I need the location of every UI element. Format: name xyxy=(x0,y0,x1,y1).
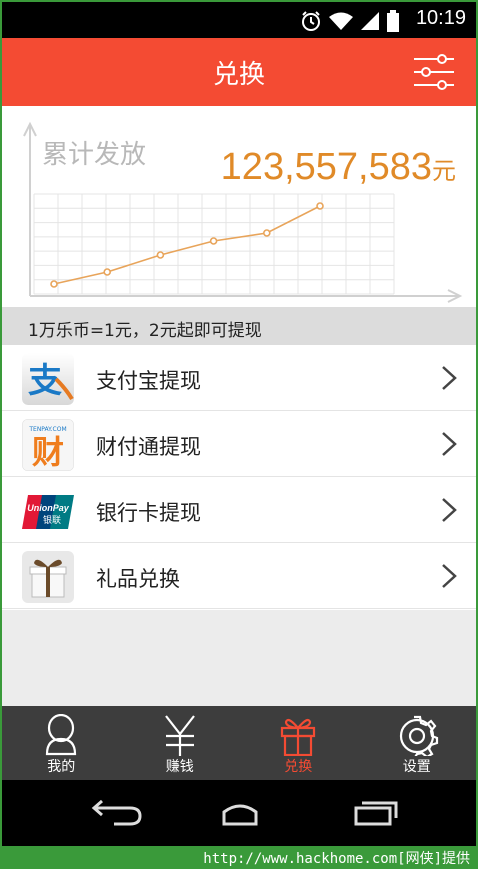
item-label: 银行卡提现 xyxy=(96,501,201,525)
wifi-icon xyxy=(329,12,353,30)
empty-area xyxy=(2,610,476,706)
gift-icon xyxy=(281,718,316,756)
unionpay-text: UnionPay xyxy=(27,503,70,513)
tab-label: 我的 xyxy=(47,759,76,775)
home-icon[interactable] xyxy=(210,798,270,828)
bottom-tab-bar: 我的 赚钱 兑换 设置 xyxy=(2,706,476,780)
data-point xyxy=(50,280,58,288)
tab-settings[interactable]: 设置 xyxy=(358,706,477,780)
total-amount: 123,557,583元 xyxy=(221,146,456,189)
item-label: 支付宝提现 xyxy=(96,369,201,393)
page-title: 兑换 xyxy=(212,60,265,90)
back-icon[interactable] xyxy=(84,798,144,828)
chevron-right-icon xyxy=(442,432,457,456)
data-point xyxy=(103,268,111,276)
user-icon xyxy=(46,714,77,756)
item-label: 财付通提现 xyxy=(96,435,201,459)
watermark-bar: http://www.hackhome.com[网侠]提供 xyxy=(0,846,478,869)
yen-icon xyxy=(164,715,195,756)
watermark-text: http://www.hackhome.com[网侠]提供 xyxy=(203,851,470,867)
chart-label: 累计发放 xyxy=(42,140,147,170)
tenpay-glyph: 财 xyxy=(32,433,64,471)
data-point xyxy=(316,202,324,210)
list-item-tenpay[interactable]: TENPAY.COM 财 财付通提现 xyxy=(2,411,476,477)
total-unit: 元 xyxy=(432,158,456,185)
app-header: 兑换 xyxy=(2,38,476,106)
item-label: 礼品兑换 xyxy=(96,567,180,591)
data-point xyxy=(209,237,218,245)
battery-icon xyxy=(387,10,399,32)
series-line xyxy=(53,205,321,285)
data-point xyxy=(156,251,165,259)
system-nav-bar xyxy=(2,780,476,846)
list-item-gift[interactable]: 礼品兑换 xyxy=(2,543,476,609)
tab-mine[interactable]: 我的 xyxy=(2,706,121,780)
tab-label: 赚钱 xyxy=(165,759,194,775)
list-item-alipay[interactable]: 支 支付宝提现 xyxy=(2,345,476,411)
chevron-right-icon xyxy=(442,498,457,522)
status-bar: 10:19 xyxy=(2,2,476,38)
recents-icon[interactable] xyxy=(346,798,406,828)
tenpay-small-text: TENPAY.COM xyxy=(28,426,66,433)
tab-earn[interactable]: 赚钱 xyxy=(121,706,240,780)
gear-icon xyxy=(399,715,438,756)
exchange-rate-text: 1万乐币=1元，2元起即可提现 xyxy=(28,321,262,341)
alarm-icon xyxy=(302,11,320,31)
alipay-icon: 支 xyxy=(22,353,74,405)
status-icons xyxy=(300,10,400,32)
unionpay-cn-text: 银联 xyxy=(43,514,61,526)
data-point xyxy=(262,229,271,237)
tab-label: 设置 xyxy=(402,759,431,775)
payout-chart: 累计发放 123,557,583元 xyxy=(2,106,476,306)
x-axis xyxy=(30,289,463,303)
sliders-icon xyxy=(414,54,454,90)
total-value: 123,557,583 xyxy=(220,146,432,188)
filter-button[interactable] xyxy=(412,52,456,92)
gift-box-icon xyxy=(22,551,74,603)
withdraw-options-list: 支 支付宝提现 TENPAY.COM 财 财付通提现 UnionPay 银联 银… xyxy=(2,345,476,609)
status-time: 10:19 xyxy=(415,7,466,29)
tab-exchange[interactable]: 兑换 xyxy=(239,706,358,780)
list-item-bank-card[interactable]: UnionPay 银联 银行卡提现 xyxy=(2,477,476,543)
exchange-rate-bar: 1万乐币=1元，2元起即可提现 xyxy=(2,307,476,345)
signal-icon xyxy=(361,12,379,30)
chevron-right-icon xyxy=(442,564,457,588)
tab-label: 兑换 xyxy=(284,759,313,775)
unionpay-icon: UnionPay 银联 xyxy=(22,485,74,537)
chevron-right-icon xyxy=(442,366,457,390)
tenpay-icon: TENPAY.COM 财 xyxy=(22,419,74,471)
